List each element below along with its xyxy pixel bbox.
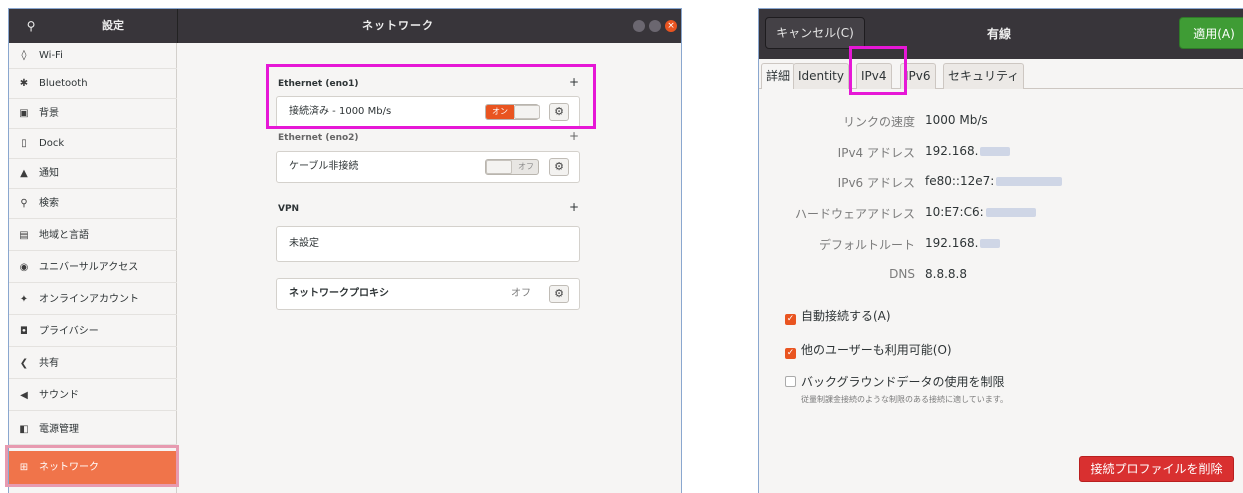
gear-icon[interactable]: ⚙ — [549, 158, 569, 176]
ipv4-address-label: IPv4 アドレス — [837, 146, 915, 160]
vpn-status: 未設定 — [289, 238, 319, 249]
dns-value: 8.8.8.8 — [925, 267, 967, 281]
sidebar-item-label: Bluetooth — [39, 78, 88, 89]
apply-button[interactable]: 適用(A) — [1179, 17, 1243, 49]
tab-details[interactable]: 詳細 — [761, 63, 796, 89]
sidebar-item-label: サウンド — [39, 390, 79, 401]
default-route-label: デフォルトルート — [818, 238, 915, 252]
toggle-off-label: オフ — [518, 162, 534, 171]
sidebar-item-search[interactable]: ⚲ 検索 — [9, 189, 177, 219]
highlight-tab-ipv4 — [849, 46, 907, 95]
all-users-label: 他のユーザーも利用可能(O) — [801, 343, 952, 357]
link-speed-value: 1000 Mb/s — [925, 113, 988, 127]
sidebar-item-label: 通知 — [39, 168, 59, 179]
dock-icon: ▯ — [21, 138, 27, 149]
dns-label: DNS — [889, 267, 915, 281]
background-icon: ▣ — [19, 108, 29, 119]
ethernet-eno2-status: ケーブル非接続 — [289, 161, 359, 172]
restrict-background-note: 従量制課金接続のような制限のある接続に適しています。 — [801, 395, 1008, 404]
ipv6-address-value: fe80::12e7: — [925, 174, 1063, 188]
network-proxy-value: オフ — [511, 288, 531, 299]
sidebar-item-label: 地域と言語 — [39, 230, 89, 241]
add-vpn-button[interactable]: + — [569, 200, 579, 214]
maximize-icon[interactable] — [649, 20, 661, 32]
online-accounts-icon: ✦ — [19, 294, 29, 305]
vpn-header: VPN — [278, 204, 300, 214]
highlight-sidebar-network — [5, 445, 179, 487]
sidebar-item-label: 共有 — [39, 358, 59, 369]
settings-sidebar: ◊ Wi-Fi ✱ Bluetooth ▣ 背景 ▯ Dock ▲ 通知 ⚲ 検… — [9, 43, 177, 493]
region-icon: ▤ — [19, 230, 29, 241]
unchecked-box-icon — [785, 376, 796, 387]
sidebar-item-privacy[interactable]: ◘ プライバシー — [9, 317, 177, 347]
cancel-button[interactable]: キャンセル(C) — [765, 17, 865, 49]
delete-profile-button[interactable]: 接続プロファイルを削除 — [1079, 456, 1234, 482]
vpn-row: 未設定 — [276, 226, 580, 262]
ipv4-address-value: 192.168. — [925, 144, 1011, 158]
network-proxy-row[interactable]: ネットワークプロキシ オフ ⚙ — [276, 278, 580, 310]
minimize-icon[interactable] — [633, 20, 645, 32]
default-route-value: 192.168. — [925, 236, 1001, 250]
sidebar-item-bluetooth[interactable]: ✱ Bluetooth — [9, 69, 177, 99]
tab-identity[interactable]: Identity — [793, 63, 849, 89]
restrict-background-label: バックグラウンドデータの使用を制限 — [801, 375, 1005, 389]
ipv6-address-label: IPv6 アドレス — [837, 176, 915, 190]
wired-dialog: キャンセル(C) 有線 適用(A) 詳細 Identity IPv4 IPv6 … — [758, 8, 1243, 493]
sidebar-item-dock[interactable]: ▯ Dock — [9, 129, 177, 159]
page-title: ネットワーク — [362, 19, 434, 32]
sidebar-item-label: 背景 — [39, 108, 59, 119]
tab-security[interactable]: セキュリティ — [943, 63, 1025, 89]
bluetooth-icon: ✱ — [19, 78, 29, 89]
sound-icon: ◀ — [20, 390, 28, 401]
sidebar-item-region[interactable]: ▤ 地域と言語 — [9, 221, 177, 251]
sidebar-item-wifi[interactable]: ◊ Wi-Fi — [9, 43, 177, 69]
ethernet-eno2-toggle[interactable]: オフ — [485, 159, 539, 175]
gear-icon[interactable]: ⚙ — [549, 285, 569, 303]
sidebar-item-label: Dock — [39, 138, 65, 149]
settings-titlebar: ⚲ 設定 ネットワーク × — [9, 9, 681, 43]
add-ethernet2-button[interactable]: + — [569, 129, 579, 143]
auto-connect-label: 自動接続する(A) — [801, 309, 891, 323]
privacy-icon: ◘ — [20, 326, 28, 337]
sidebar-item-label: 電源管理 — [39, 424, 79, 435]
sidebar-item-sound[interactable]: ◀ サウンド — [9, 381, 177, 411]
share-icon: ❮ — [19, 358, 29, 369]
search-icon[interactable]: ⚲ — [19, 15, 43, 37]
auto-connect-checkbox[interactable]: ✓ 自動接続する(A) — [785, 307, 891, 325]
ethernet-eno2-row: ケーブル非接続 オフ ⚙ — [276, 151, 580, 183]
network-proxy-label: ネットワークプロキシ — [289, 288, 389, 299]
wifi-icon: ◊ — [21, 50, 27, 61]
hardware-address-value: 10:E7:C6: — [925, 205, 1036, 219]
search-icon: ⚲ — [20, 198, 28, 209]
sidebar-title: 設定 — [102, 19, 124, 32]
all-users-checkbox[interactable]: ✓ 他のユーザーも利用可能(O) — [785, 341, 952, 359]
check-icon: ✓ — [785, 314, 796, 325]
close-icon[interactable]: × — [665, 20, 677, 32]
check-icon: ✓ — [785, 348, 796, 359]
sidebar-item-power[interactable]: ◧ 電源管理 — [9, 415, 177, 445]
hardware-address-label: ハードウェアアドレス — [794, 207, 915, 221]
highlight-ethernet-eno1 — [266, 64, 596, 129]
power-icon: ◧ — [19, 424, 29, 435]
dialog-title: 有線 — [986, 27, 1011, 41]
sidebar-item-notifications[interactable]: ▲ 通知 — [9, 159, 177, 189]
sidebar-item-label: プライバシー — [39, 326, 99, 337]
sidebar-item-label: 検索 — [39, 198, 59, 209]
dialog-titlebar: キャンセル(C) 有線 適用(A) — [759, 9, 1243, 59]
sidebar-item-accessibility[interactable]: ◉ ユニバーサルアクセス — [9, 253, 177, 283]
bell-icon: ▲ — [20, 168, 28, 179]
toggle-knob — [486, 160, 512, 174]
sidebar-item-background[interactable]: ▣ 背景 — [9, 99, 177, 129]
sidebar-item-online-accounts[interactable]: ✦ オンラインアカウント — [9, 285, 177, 315]
sidebar-item-sharing[interactable]: ❮ 共有 — [9, 349, 177, 379]
ethernet-eno2-header: Ethernet (eno2) — [278, 133, 359, 143]
sidebar-item-label: ユニバーサルアクセス — [39, 262, 139, 273]
dialog-tabbar: 詳細 Identity IPv4 IPv6 セキュリティ — [759, 59, 1243, 89]
link-speed-label: リンクの速度 — [842, 115, 915, 129]
restrict-background-checkbox[interactable]: バックグラウンドデータの使用を制限 — [785, 373, 1005, 390]
sidebar-item-label: Wi-Fi — [39, 50, 63, 61]
sidebar-item-label: オンラインアカウント — [39, 294, 139, 305]
accessibility-icon: ◉ — [19, 262, 29, 273]
